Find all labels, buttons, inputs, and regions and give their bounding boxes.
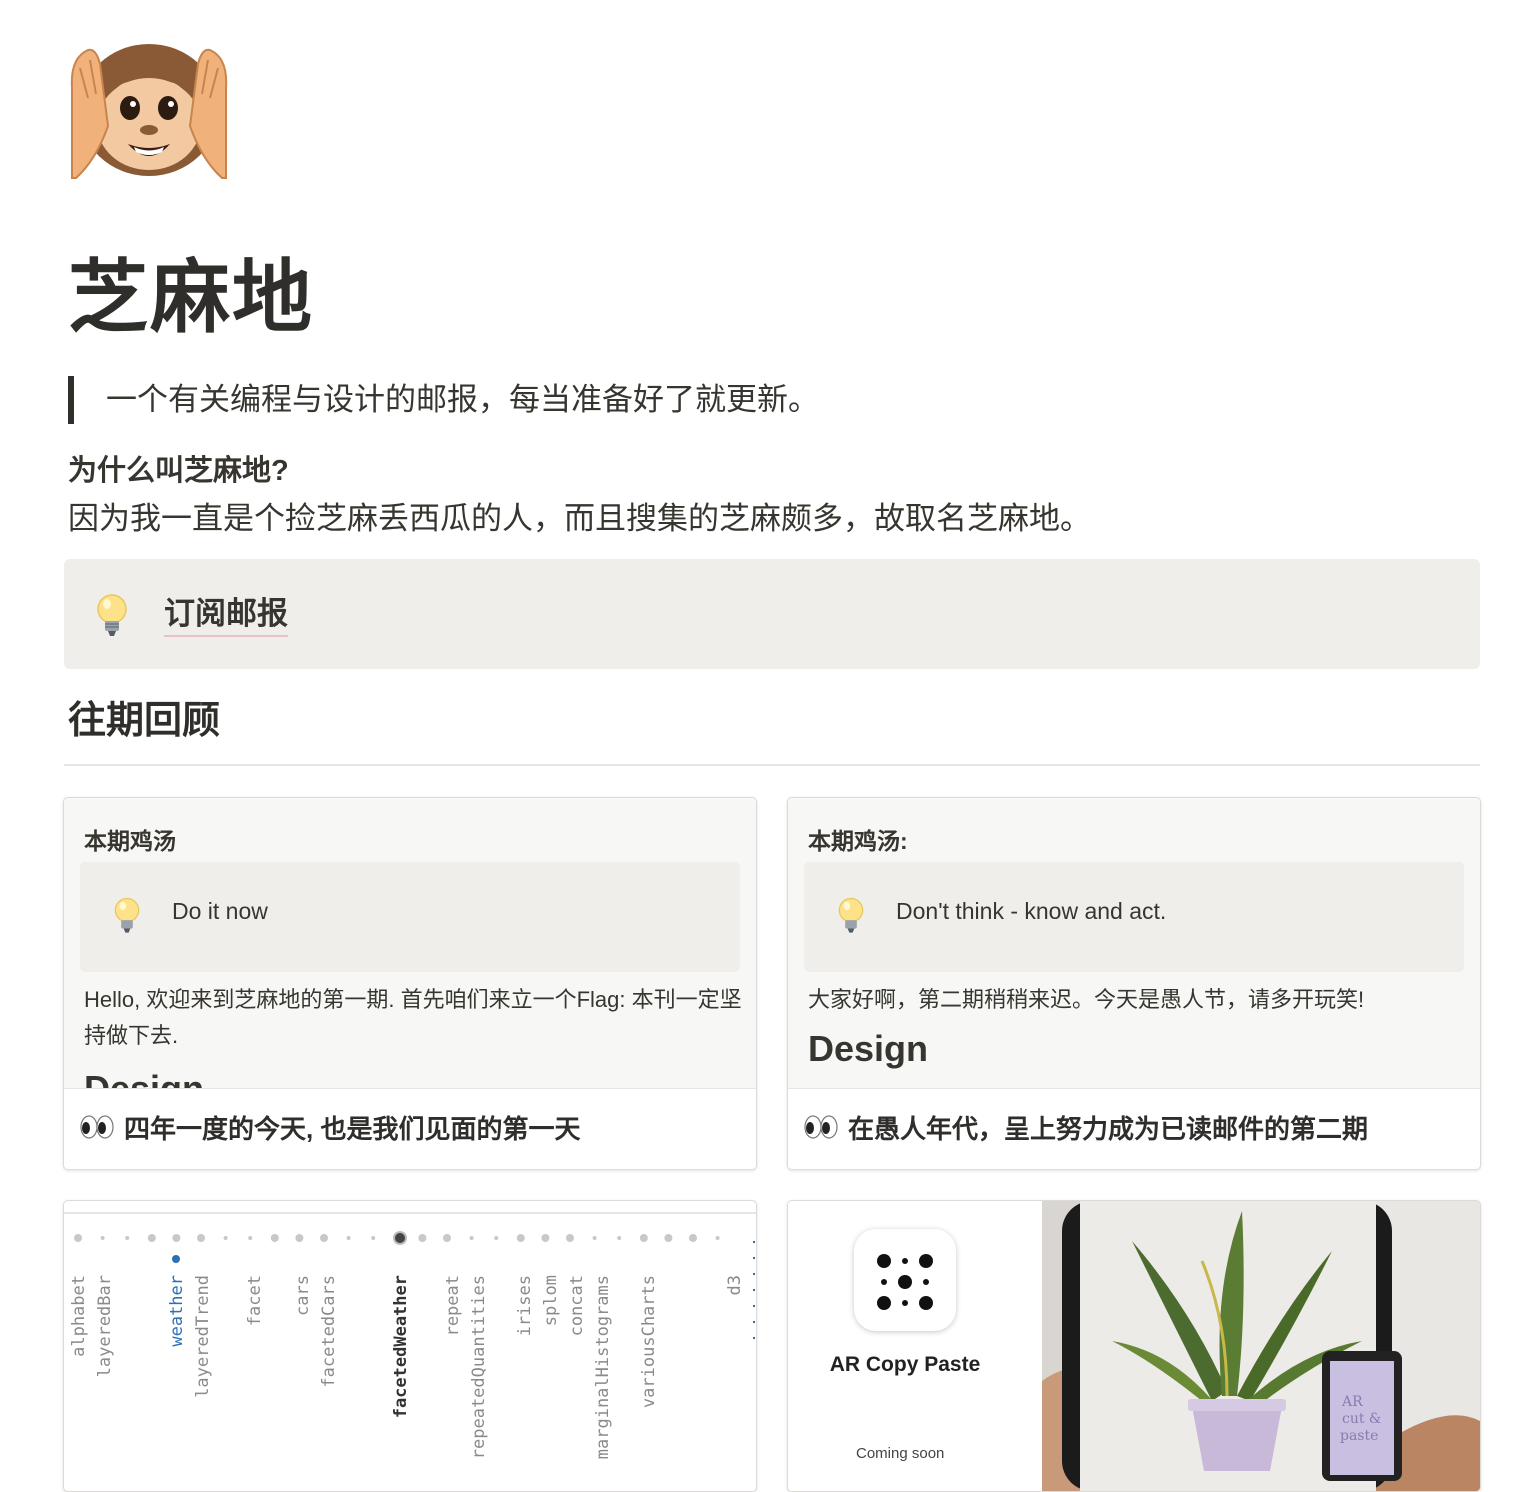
gallery-card-issue-2[interactable]: 本期鸡汤: Don't think - know and act. 大家好啊，第…	[787, 797, 1481, 1170]
chart-label: repeatedQuantities	[469, 1275, 489, 1459]
chart-label: cars	[293, 1275, 313, 1316]
chart-label: alphabet	[69, 1275, 89, 1357]
ar-promo: AR Copy Paste Coming soon	[788, 1201, 1042, 1491]
chart-track-dot	[147, 1234, 156, 1242]
preview-callout: Do it now	[80, 862, 740, 972]
chart-track-dot	[418, 1234, 427, 1242]
chart-track-dot	[516, 1234, 525, 1242]
card-preview: 本期鸡汤 Do it now Hello, 欢迎来到芝麻地的第一期. 首先咱们来…	[64, 798, 756, 1089]
preview-heading: Design	[808, 1028, 929, 1069]
quote-text: 一个有关编程与设计的邮报，每当准备好了就更新。	[106, 382, 819, 417]
chart-track-dot	[74, 1234, 82, 1242]
chart-track-dot	[541, 1234, 550, 1242]
preview-heading: Design	[84, 1068, 205, 1089]
chart-label: variousCharts	[639, 1275, 659, 1408]
chart-track-dot	[494, 1236, 499, 1240]
chart-label: layeredBar	[95, 1275, 115, 1377]
chart-track-dot	[617, 1236, 622, 1240]
subscribe-callout: 订阅邮报	[64, 559, 1480, 669]
preview-body: 大家好啊，第二期稍稍来迟。今天是愚人节，请多开玩笑!	[808, 987, 1365, 1012]
chart-label: weather	[167, 1275, 187, 1347]
hear-no-evil-monkey-icon	[70, 44, 228, 179]
chart-label: splom	[541, 1275, 561, 1326]
card-title-row[interactable]: 四年一度的今天, 也是我们见面的第一天	[64, 1090, 756, 1168]
callout-text: Don't think - know and act.	[896, 898, 1167, 924]
light-bulb-icon	[94, 593, 130, 644]
chart-label: marginalHistograms	[593, 1275, 613, 1459]
chart-track-dot	[715, 1236, 720, 1240]
chart-track-dot	[248, 1236, 253, 1240]
ar-app-icon	[854, 1229, 956, 1331]
ar-app-name: AR Copy Paste	[829, 1353, 981, 1376]
callout-text: Do it now	[172, 898, 268, 924]
why-paragraph: 因为我一直是个捡芝麻丢西瓜的人，而且搜集的芝麻颇多，故取名芝麻地。	[68, 501, 1091, 536]
quote-block: 一个有关编程与设计的邮报，每当准备好了就更新。	[68, 376, 819, 424]
why-heading: 为什么叫芝麻地?	[68, 455, 289, 487]
section-heading: 往期回顾	[68, 700, 221, 742]
chart-track-dot	[639, 1234, 648, 1242]
chart-track-dot	[469, 1236, 474, 1240]
page-icon[interactable]	[66, 28, 232, 184]
chart-track-dot	[346, 1236, 351, 1240]
chart-label: facetedWeather	[391, 1275, 411, 1418]
chart-track-dot	[371, 1236, 376, 1240]
subscribe-link[interactable]: 订阅邮报	[164, 593, 288, 637]
chart-track-dot	[270, 1234, 279, 1242]
chart-track-dot	[664, 1234, 673, 1242]
eyes-icon	[804, 1112, 838, 1147]
chart-active-dot	[393, 1231, 407, 1245]
chart-track-dot	[172, 1234, 181, 1242]
chart-selected-dot	[172, 1255, 180, 1263]
ar-demo-photo: AR cut & paste	[1042, 1201, 1480, 1491]
chart-thumbnail: alphabet layeredBar weather layeredTrend fac…	[64, 1212, 756, 1459]
chart-label: d3	[725, 1275, 745, 1295]
chart-track-dot	[320, 1234, 328, 1242]
eyes-icon	[80, 1112, 114, 1147]
light-bulb-icon	[836, 894, 866, 943]
ar-coming-soon: Coming soon	[856, 1445, 945, 1462]
gallery-card-issue-3[interactable]: alphabet layeredBar weather layeredTrend fac…	[63, 1200, 757, 1492]
preview-callout: Don't think - know and act.	[804, 862, 1464, 972]
gallery-card-issue-1[interactable]: 本期鸡汤 Do it now Hello, 欢迎来到芝麻地的第一期. 首先咱们来…	[63, 797, 757, 1170]
card-title-row[interactable]: 在愚人年代，呈上努力成为已读邮件的第二期	[788, 1090, 1480, 1168]
light-bulb-icon	[112, 894, 142, 943]
gallery-card-issue-4[interactable]: AR Copy Paste Coming soon AR cut & paste	[787, 1200, 1481, 1492]
chart-track-dot	[197, 1234, 205, 1242]
card-preview: 本期鸡汤: Don't think - know and act. 大家好啊，第…	[788, 798, 1480, 1089]
chart-track-dot	[566, 1234, 574, 1242]
chart-label: irises	[515, 1275, 535, 1336]
chart-track-dot	[689, 1234, 697, 1242]
card-title: 四年一度的今天, 也是我们见面的第一天	[124, 1114, 581, 1144]
chart-label: facet	[245, 1275, 265, 1326]
chart-track-dot	[125, 1236, 130, 1240]
chart-track-dot	[592, 1236, 597, 1240]
chart-track-dot	[443, 1234, 451, 1242]
chart-label: facetedCars	[319, 1275, 339, 1388]
svg-text:paste: paste	[1340, 1428, 1378, 1444]
divider	[64, 764, 1480, 766]
chart-label: layeredTrend	[193, 1275, 213, 1398]
chart-track-dot	[295, 1234, 304, 1242]
chart-label: concat	[567, 1275, 587, 1336]
card-title: 在愚人年代，呈上努力成为已读邮件的第二期	[848, 1114, 1369, 1144]
chart-track-dot	[223, 1236, 228, 1240]
chart-track-dot	[100, 1236, 105, 1240]
chart-label: repeat	[443, 1275, 463, 1336]
svg-text:cut &: cut &	[1342, 1411, 1381, 1427]
page-title: 芝麻地	[68, 253, 314, 342]
preview-label: 本期鸡汤	[84, 828, 176, 854]
svg-text:AR: AR	[1341, 1394, 1363, 1410]
preview-label: 本期鸡汤:	[808, 828, 908, 854]
preview-body: Hello, 欢迎来到芝麻地的第一期. 首先咱们来立一个Flag: 本刊一定坚持…	[84, 987, 742, 1048]
